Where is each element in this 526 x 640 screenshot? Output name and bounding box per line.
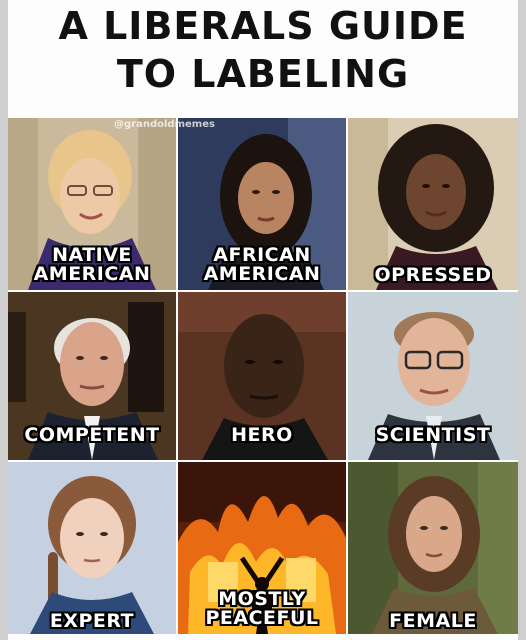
label-line: AMERICAN [203, 263, 321, 285]
panel-opressed: OPRESSED [348, 118, 518, 290]
label-line: EXPERT [49, 610, 135, 632]
label-line: PEACEFUL [205, 607, 319, 629]
panel-expert: EXPERT [8, 462, 176, 634]
label-competent: COMPETENT [8, 426, 176, 445]
label-expert: EXPERT [8, 612, 176, 631]
photo-person-long-hair [348, 462, 518, 634]
label-female: FEMALE [348, 612, 518, 631]
panel-scientist: SCIENTIST [348, 292, 518, 460]
meme-title: A LIBERALS GUIDE TO LABELING [0, 2, 526, 98]
label-scientist: SCIENTIST [348, 426, 518, 445]
title-line-2: TO LABELING [116, 52, 410, 96]
label-line: SCIENTIST [375, 424, 491, 446]
watermark: @grandoldmemes [114, 119, 215, 130]
panel-hero: HERO [178, 292, 346, 460]
label-line: FEMALE [389, 610, 477, 632]
label-line: OPRESSED [374, 264, 492, 286]
label-line: COMPETENT [24, 424, 160, 446]
panel-female: FEMALE [348, 462, 518, 634]
photo-girl-braids [8, 462, 176, 634]
label-mostly-peaceful: MOSTLY PEACEFUL [178, 590, 346, 628]
panel-native-american: NATIVE AMERICAN [8, 118, 176, 290]
label-native-american: NATIVE AMERICAN [8, 246, 176, 284]
title-line-1: A LIBERALS GUIDE [58, 4, 468, 48]
label-line: HERO [231, 424, 293, 446]
label-hero: HERO [178, 426, 346, 445]
panel-mostly-peaceful: MOSTLY PEACEFUL [178, 462, 346, 634]
panel-african-american: AFRICAN AMERICAN [178, 118, 346, 290]
label-opressed: OPRESSED [348, 266, 518, 285]
panel-competent: COMPETENT [8, 292, 176, 460]
label-line: AMERICAN [33, 263, 151, 285]
photo-grid: NATIVE AMERICAN AFRICAN AMERICAN OPRESSE… [8, 118, 518, 634]
label-african-american: AFRICAN AMERICAN [178, 246, 346, 284]
